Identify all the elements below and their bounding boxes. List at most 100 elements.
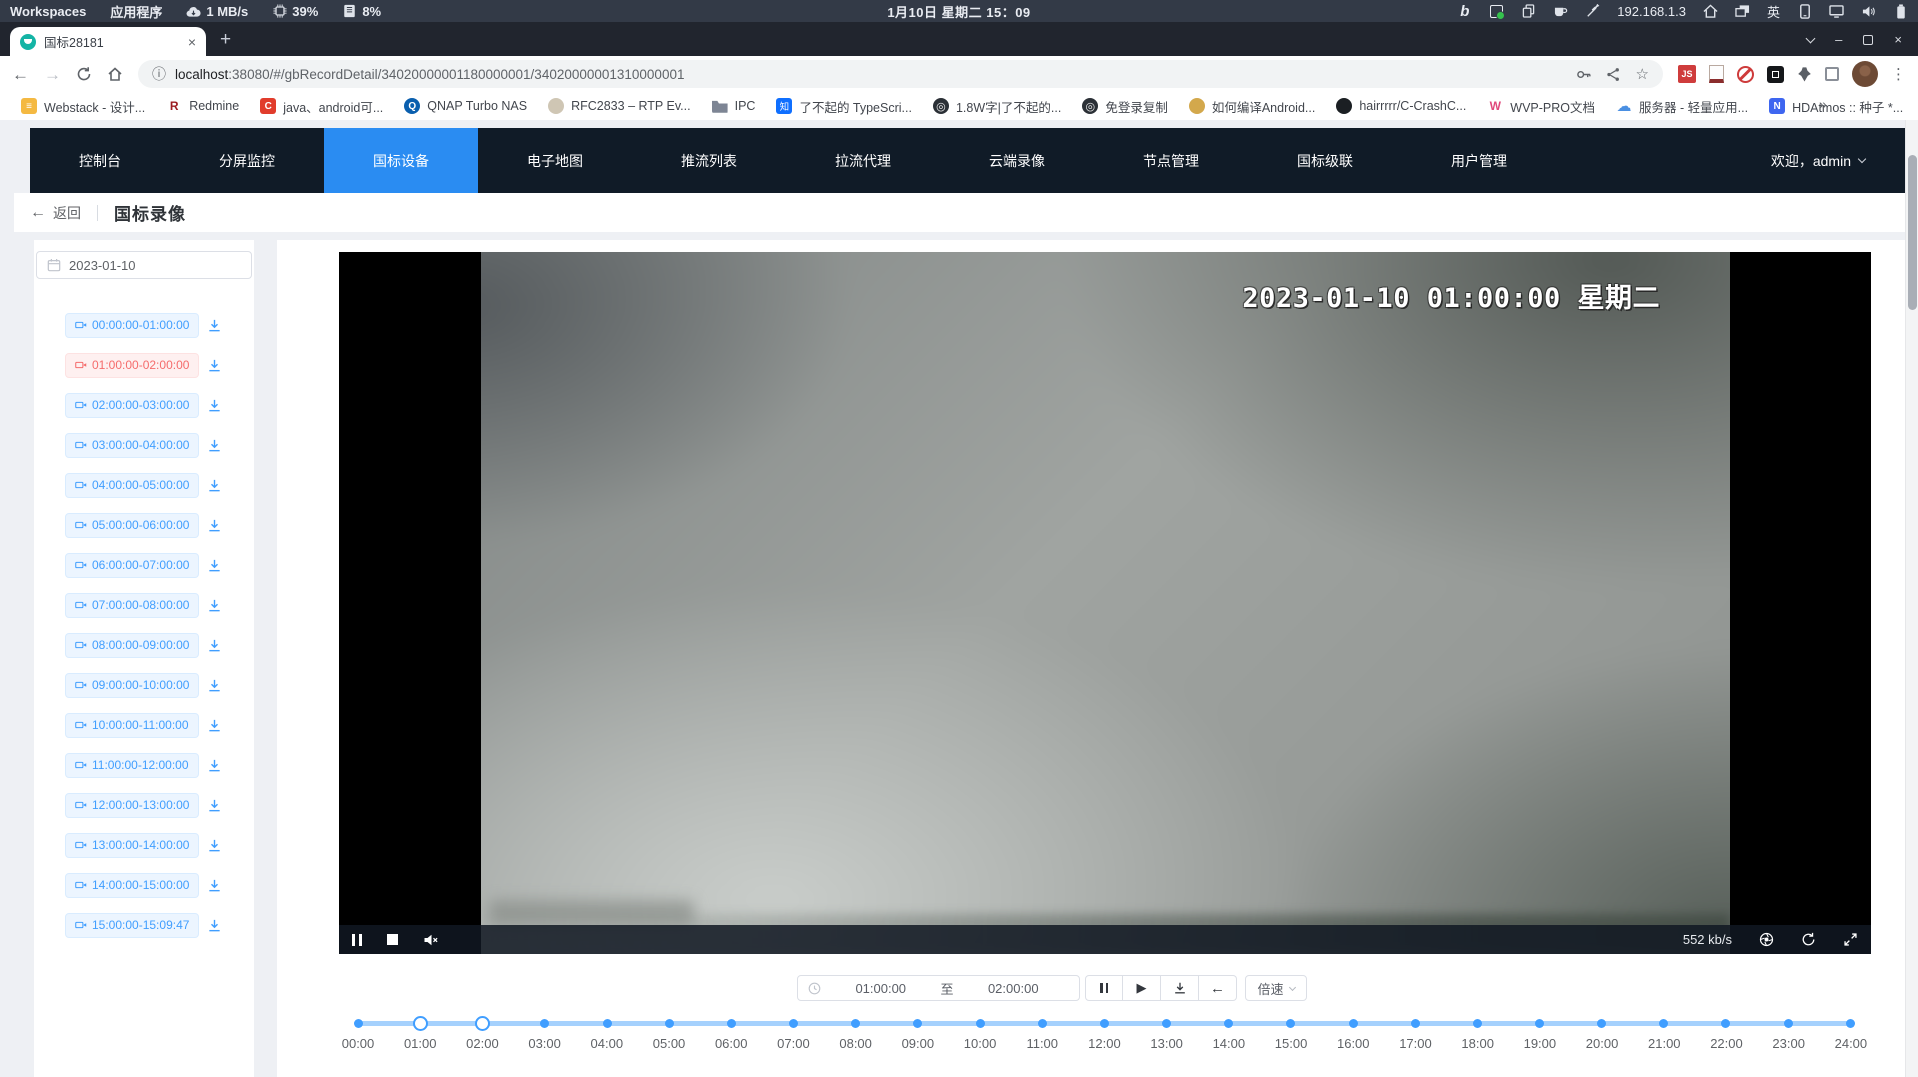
window-menu-icon[interactable] — [1806, 33, 1816, 43]
windows-stack-icon[interactable] — [1735, 4, 1750, 19]
applications-button[interactable]: 应用程序 — [110, 2, 162, 21]
browser-home-button[interactable] — [107, 66, 123, 82]
segment-download-button[interactable] — [207, 478, 222, 493]
nav-menu-item[interactable]: 国标级联 — [1248, 128, 1402, 193]
bookmarks-overflow-chevron[interactable]: » — [1819, 96, 1827, 112]
bookmark-item[interactable]: R Redmine — [157, 95, 248, 117]
page-scrollbar[interactable] — [1905, 120, 1918, 1077]
memory-indicator[interactable]: 8% — [342, 4, 381, 19]
segment-play-button[interactable]: 10:00:00-11:00:00 — [65, 713, 199, 738]
extension-blocker-icon[interactable] — [1737, 66, 1754, 83]
segment-play-button[interactable]: 02:00:00-03:00:00 — [65, 393, 199, 418]
bookmark-item[interactable]: 知 了不起的 TypeScri... — [767, 94, 921, 119]
browser-tab[interactable]: 国标28181 × — [10, 27, 206, 56]
video-player[interactable]: 2023-01-10 01:00:00 星期二 552 kb/s — [339, 252, 1871, 954]
segment-play-button[interactable]: 07:00:00-08:00:00 — [65, 593, 199, 618]
bookmark-item[interactable]: hairrrrr/C-CrashC... — [1327, 95, 1475, 117]
window-minimize-button[interactable]: – — [1835, 32, 1842, 47]
bookmark-item[interactable]: ◎ 免登录复制 — [1073, 94, 1177, 119]
segment-download-button[interactable] — [207, 598, 222, 613]
segment-play-button[interactable]: 15:00:00-15:09:47 — [65, 913, 199, 938]
bookmark-star-icon[interactable]: ☆ — [1636, 65, 1649, 83]
phone-icon[interactable] — [1797, 4, 1812, 19]
player-pause-button[interactable] — [352, 934, 362, 946]
extension-document-icon[interactable] — [1709, 65, 1724, 83]
nav-menu-item[interactable]: 节点管理 — [1094, 128, 1248, 193]
segment-download-button[interactable] — [207, 798, 222, 813]
bookmark-item[interactable]: RFC2833 – RTP Ev... — [539, 95, 700, 117]
player-stop-button[interactable] — [387, 934, 398, 945]
segment-download-button[interactable] — [207, 638, 222, 653]
snapshot-button[interactable] — [1759, 932, 1774, 947]
segment-download-button[interactable] — [207, 438, 222, 453]
segment-download-button[interactable] — [207, 678, 222, 693]
pause-button[interactable] — [1085, 975, 1123, 1001]
extension-dark-icon[interactable] — [1767, 66, 1784, 83]
home-icon[interactable] — [1703, 4, 1718, 19]
segment-play-button[interactable]: 14:00:00-15:00:00 — [65, 873, 199, 898]
segment-play-button[interactable]: 13:00:00-14:00:00 — [65, 833, 199, 858]
password-key-icon[interactable] — [1576, 67, 1591, 82]
fullscreen-button[interactable] — [1843, 932, 1858, 947]
playback-speed-dropdown[interactable]: 倍速 — [1245, 975, 1307, 1001]
seek-back-button[interactable]: ← — [1199, 975, 1237, 1001]
copy-icon[interactable] — [1521, 4, 1536, 19]
segment-play-button[interactable]: 06:00:00-07:00:00 — [65, 553, 199, 578]
time-range-picker[interactable]: 01:00:00 至 02:00:00 — [797, 975, 1080, 1001]
nav-menu-item[interactable]: 推流列表 — [632, 128, 786, 193]
nav-menu-item[interactable]: 拉流代理 — [786, 128, 940, 193]
segment-play-button[interactable]: 00:00:00-01:00:00 — [65, 313, 199, 338]
input-language-indicator[interactable]: 英 — [1767, 2, 1780, 21]
extension-frame-icon[interactable] — [1825, 67, 1839, 81]
download-button[interactable] — [1161, 975, 1199, 1001]
refresh-button[interactable] — [1801, 932, 1816, 947]
timeline-start-handle[interactable] — [413, 1016, 428, 1031]
bookmark-item[interactable]: ◎ 1.8W字|了不起的... — [924, 94, 1070, 119]
segment-play-button[interactable]: 05:00:00-06:00:00 — [65, 513, 199, 538]
segment-download-button[interactable] — [207, 838, 222, 853]
address-bar[interactable]: ⓘ localhost:38080/#/gbRecordDetail/34020… — [138, 60, 1663, 88]
nav-menu-item[interactable]: 用户管理 — [1402, 128, 1556, 193]
bookmark-item[interactable]: W WVP-PRO文档 — [1478, 94, 1604, 119]
bookmark-item[interactable]: C java、android可... — [251, 94, 392, 119]
play-button[interactable]: ▶ — [1123, 975, 1161, 1001]
window-maximize-button[interactable] — [1863, 35, 1873, 45]
range-start-time[interactable]: 01:00:00 — [825, 981, 937, 996]
segment-play-button[interactable]: 04:00:00-05:00:00 — [65, 473, 199, 498]
bookmark-item[interactable]: 如何编译Android... — [1180, 94, 1325, 119]
nav-menu-item[interactable]: 电子地图 — [478, 128, 632, 193]
segment-download-button[interactable] — [207, 918, 222, 933]
coffee-icon[interactable] — [1553, 4, 1568, 19]
browser-menu-icon[interactable]: ⋮ — [1891, 65, 1906, 83]
nav-menu-item[interactable]: 国标设备 — [324, 128, 478, 193]
user-menu[interactable]: 欢迎，admin — [1771, 151, 1905, 171]
segment-play-button[interactable]: 08:00:00-09:00:00 — [65, 633, 199, 658]
date-picker-input[interactable]: 2023-01-10 — [36, 251, 252, 279]
share-icon[interactable] — [1606, 67, 1621, 82]
new-tab-button[interactable]: + — [220, 30, 231, 49]
workspaces-button[interactable]: Workspaces — [10, 4, 86, 19]
segment-play-button[interactable]: 09:00:00-10:00:00 — [65, 673, 199, 698]
cpu-indicator[interactable]: 39% — [272, 4, 318, 19]
profile-avatar[interactable] — [1852, 61, 1878, 87]
pipette-icon[interactable] — [1585, 4, 1600, 19]
bookmark-item[interactable]: ≡ Webstack - 设计... — [12, 94, 154, 119]
bookmark-item[interactable]: IPC — [703, 95, 765, 117]
scrollbar-thumb[interactable] — [1908, 155, 1917, 310]
browser-reload-button[interactable] — [76, 66, 92, 82]
segment-download-button[interactable] — [207, 878, 222, 893]
network-indicator[interactable]: 1 MB/s — [186, 4, 248, 19]
browser-back-button[interactable]: ← — [12, 66, 29, 83]
segment-download-button[interactable] — [207, 318, 222, 333]
segment-play-button[interactable]: 03:00:00-04:00:00 — [65, 433, 199, 458]
clock[interactable]: 1月10日 星期二 15：09 — [887, 2, 1030, 21]
nav-menu-item[interactable]: 分屏监控 — [170, 128, 324, 193]
window-close-button[interactable]: × — [1894, 32, 1902, 47]
site-info-icon[interactable]: ⓘ — [152, 64, 166, 84]
browser-forward-button[interactable]: → — [44, 66, 61, 83]
display-icon[interactable] — [1829, 4, 1844, 19]
segment-download-button[interactable] — [207, 558, 222, 573]
extensions-pin-icon[interactable] — [1797, 67, 1812, 82]
segment-play-button[interactable]: 11:00:00-12:00:00 — [65, 753, 199, 778]
segment-download-button[interactable] — [207, 518, 222, 533]
